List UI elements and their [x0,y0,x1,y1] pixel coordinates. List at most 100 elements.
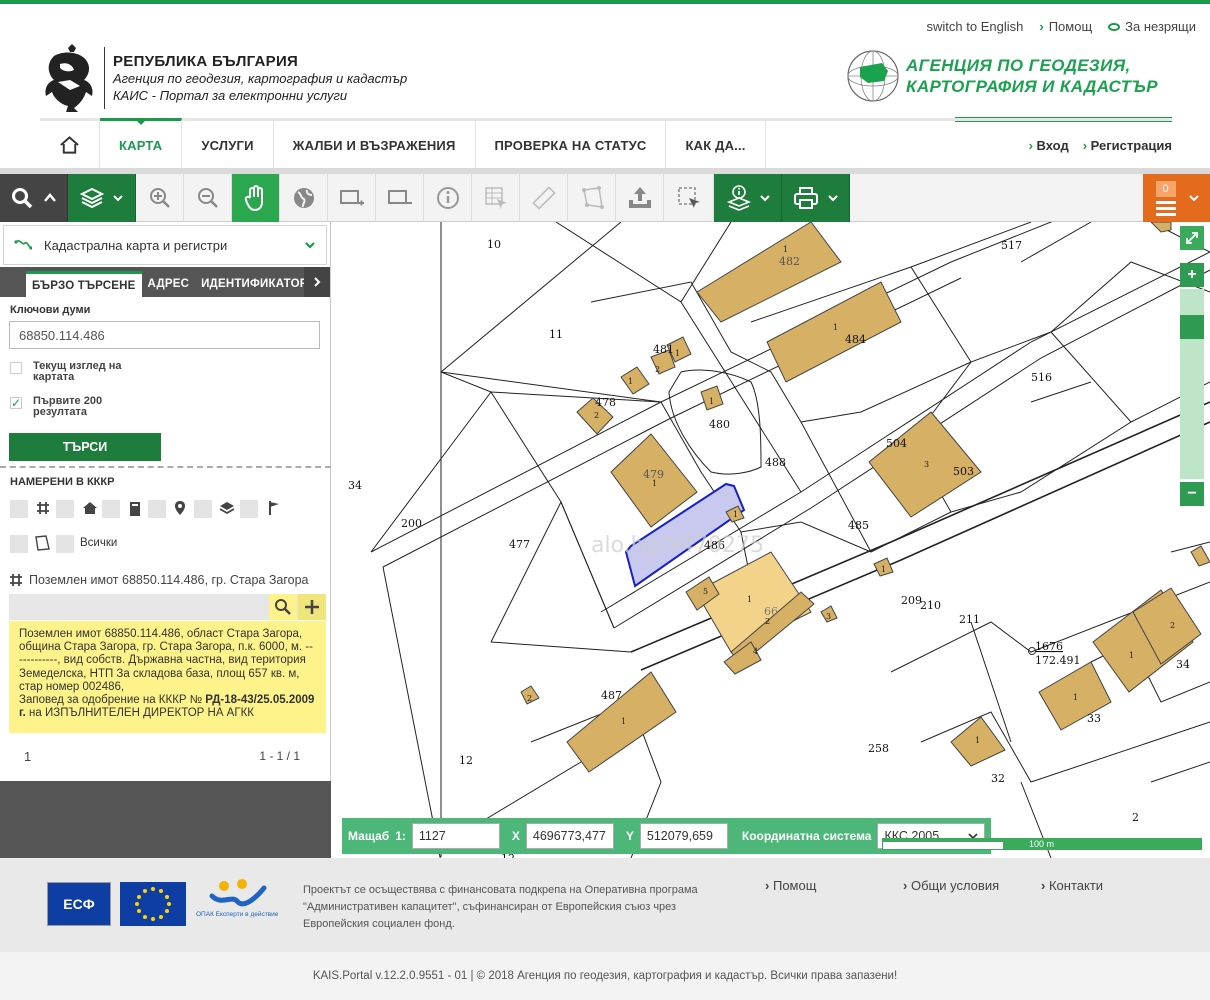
layer-dropdown[interactable]: Кадастрална карта и регистри [3,225,327,265]
filter-all-checkbox[interactable] [10,500,28,518]
map-label: 32 [991,772,1005,785]
filter-all-types-checkbox[interactable] [56,535,74,553]
footer-help-label: Помощ [772,878,817,893]
zoom-slider-handle[interactable] [1180,315,1204,339]
info-button[interactable] [424,174,472,222]
apartment-icon[interactable] [129,501,141,517]
help-link[interactable]: › Помощ [1039,19,1092,34]
nav-home[interactable] [40,121,100,169]
zoom-slider-minus[interactable]: − [1180,482,1204,506]
accessibility-link-label: За незрящи [1125,19,1196,34]
esf-logo-text: ЕСФ [63,896,95,912]
x-coord-value: 4696773,477 [525,823,614,849]
result-item[interactable]: Поземлен имот 68850.114.486, гр. Стара З… [9,567,326,593]
layers-button[interactable] [68,174,136,222]
zoom-slider-plus[interactable]: + [1180,263,1204,287]
map-label: 504 [886,437,907,450]
pagination-page[interactable]: 1 [24,749,31,764]
upload-button[interactable] [616,174,664,222]
nav-status-check[interactable]: ПРОВЕРКА НА СТАТУС [476,121,667,169]
globe-icon [293,188,314,208]
agency-title-line-2: Агенция по геодезия, картография и кадас… [113,70,408,86]
globe-button[interactable] [280,174,328,222]
upload-icon [628,187,651,208]
search-button[interactable]: ТЪРСИ [9,433,161,461]
parcel-grid-icon[interactable] [36,501,50,515]
remove-area-button[interactable] [376,174,424,222]
result-add-button[interactable] [298,594,326,620]
keywords-input[interactable]: 68850.114.486 [9,321,320,349]
cart-icon: 0 [1154,179,1180,217]
identify-button[interactable] [472,174,520,222]
cadastral-map[interactable]: 10 11 12 34 200 477 478 479 480 481 482 … [331,222,1210,858]
filter-area-checkbox[interactable] [10,535,28,553]
measure-distance-button[interactable] [520,174,568,222]
filter-point-checkbox[interactable] [194,500,212,518]
map-label: 258 [868,742,889,755]
zoom-out-button[interactable] [184,174,232,222]
result-zoom-button[interactable] [269,594,297,620]
filter-parcel-checkbox[interactable] [56,500,74,518]
search-icon [275,599,291,615]
login-label: Вход [1036,138,1069,153]
crs-label: Координатна система [741,829,872,843]
account-links: › Вход › Регистрация [1029,138,1172,153]
zoom-in-button[interactable] [136,174,184,222]
chevron-right-icon: › [1082,138,1088,153]
fullscreen-button[interactable] [1180,226,1204,250]
register-link[interactable]: › Регистрация [1083,138,1172,153]
filter-layer-checkbox[interactable] [240,500,258,518]
footer-terms-link[interactable]: › Общи условия [903,878,999,893]
cart-button[interactable]: 0 [1143,174,1210,222]
zoom-slider[interactable]: + − [1180,263,1204,506]
chevron-right-icon [314,277,321,287]
government-logo[interactable]: РЕПУБЛИКА БЪЛГАРИЯ Агенция по геодезия, … [40,42,407,114]
all-label: Всички [80,537,118,549]
search-tool-button[interactable] [0,174,68,222]
footer-contacts-link[interactable]: › Контакти [1041,878,1103,893]
eu-flag [120,882,186,926]
tab-address[interactable]: АДРЕС [142,271,196,297]
filter-apartment-checkbox[interactable] [148,500,166,518]
tab-quick-search[interactable]: БЪРЗО ТЪРСЕНЕ [26,271,142,297]
scale-input[interactable]: 1127 [411,823,500,849]
house-icon[interactable] [82,501,98,515]
nav-map[interactable]: КАРТА [100,118,183,169]
building-label: 4 [753,647,758,656]
y-coord-value: 512079,659 [639,823,728,849]
flag-icon[interactable] [267,500,281,516]
layers-small-icon[interactable] [219,501,235,515]
select-area-button[interactable] [664,174,714,222]
register-label: Регистрация [1090,138,1172,153]
location-pin-icon[interactable] [174,500,186,516]
layer-info-button[interactable] [714,174,782,222]
add-area-button[interactable] [328,174,376,222]
building-label: 1 [709,397,714,406]
switch-language-link[interactable]: switch to English [927,19,1024,34]
layers-icon [79,187,104,209]
first-200-checkbox[interactable]: ✓ [10,397,22,409]
footer-help-link[interactable]: › Помощ [765,878,816,893]
nav-complaints[interactable]: ЖАЛБИ И ВЪЗРАЖЕНИЯ [274,121,476,169]
chevron-right-icon: › [1039,19,1044,34]
agency-logo[interactable]: АГЕНЦИЯ ПО ГЕОДЕЗИЯ, КАРТОГРАФИЯ И КАДАС… [846,49,1158,103]
building-label: 2 [1170,621,1175,630]
current-view-checkbox[interactable] [10,362,22,374]
hand-icon [244,185,263,212]
filter-building-checkbox[interactable] [102,500,120,518]
nav-how-to[interactable]: КАК ДА... [666,121,766,169]
pan-button[interactable] [232,174,280,222]
tabs-next-button[interactable] [304,267,330,297]
polygon-small-icon[interactable] [33,534,51,552]
tab-identifier[interactable]: ИДЕНТИФИКАТОР [195,271,314,297]
esf-logo: ЕСФ [47,882,111,926]
map-label: 487 [601,689,622,702]
result-order-issuer: на ИЗПЪЛНИТЕЛЕН ДИРЕКТОР НА АГКК [29,707,254,720]
agency-title-line-1: РЕПУБЛИКА БЪЛГАРИЯ [113,52,299,70]
login-link[interactable]: › Вход [1029,138,1069,153]
nav-services[interactable]: УСЛУГИ [182,121,274,169]
print-button[interactable] [782,174,850,222]
building-label: 1 [628,377,633,386]
measure-area-button[interactable] [568,174,616,222]
accessibility-link[interactable]: За незрящи [1108,19,1196,34]
